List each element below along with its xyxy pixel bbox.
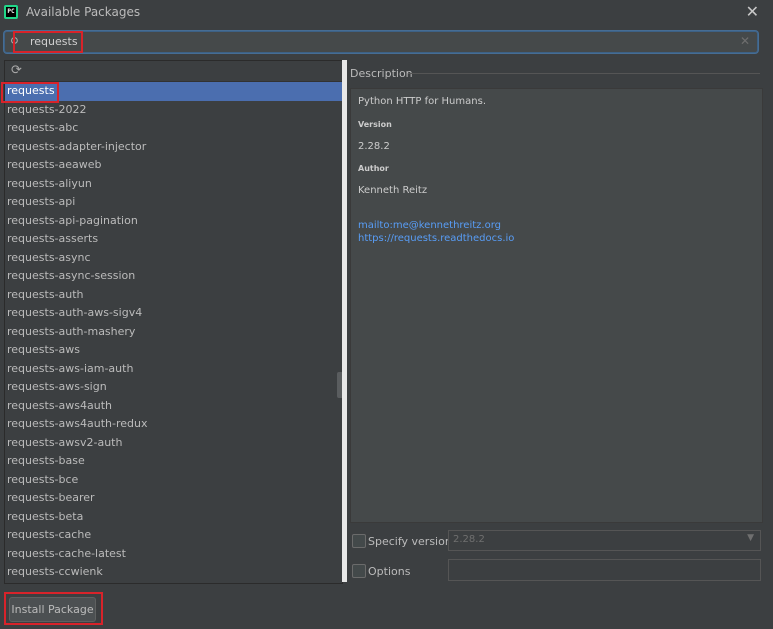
clear-search-icon[interactable]: ✕ — [740, 34, 750, 48]
author-label: Author — [358, 164, 389, 173]
package-list-item[interactable]: requests-base — [5, 452, 342, 471]
version-dropdown[interactable]: 2.28.2 ▼ — [448, 530, 761, 551]
window-title: Available Packages — [26, 5, 141, 19]
panel-divider[interactable] — [342, 60, 347, 582]
author-value: Kenneth Reitz — [358, 185, 428, 196]
search-input[interactable]: ⚲ requests ✕ — [4, 31, 758, 53]
author-email-link[interactable]: mailto:me@kennethreitz.org — [358, 220, 501, 231]
docs-link[interactable]: https://requests.readthedocs.io — [358, 233, 514, 244]
package-list-item[interactable]: requests-async-session — [5, 267, 342, 286]
title-bar: PC Available Packages ✕ — [0, 0, 773, 26]
install-package-button[interactable]: Install Package — [9, 597, 96, 622]
package-list-item[interactable]: requests-aliyun — [5, 175, 342, 194]
options-label: Options — [368, 565, 411, 578]
search-query[interactable]: requests — [30, 35, 78, 48]
chevron-down-icon: ▼ — [747, 533, 754, 543]
version-label: Version — [358, 120, 392, 129]
package-list-item[interactable]: requests-cache-latest — [5, 545, 342, 564]
package-list-item[interactable]: requests-abc — [5, 119, 342, 138]
specify-version-label: Specify version — [368, 535, 452, 548]
pycharm-logo-icon: PC — [4, 5, 18, 19]
package-list-panel: ⟳ requests requests-2022 requests-abc reque… — [4, 60, 343, 584]
description-panel: Python HTTP for Humans. Version 2.28.2 A… — [350, 88, 763, 523]
package-list-item[interactable]: requests-bce — [5, 471, 342, 490]
package-list: requests requests-2022 requests-abc request… — [5, 82, 342, 582]
package-list-item[interactable]: requests-aws — [5, 341, 342, 360]
package-list-item[interactable]: requests-2022 — [5, 101, 342, 120]
specify-version-checkbox[interactable] — [352, 534, 366, 548]
version-dropdown-value: 2.28.2 — [453, 534, 485, 545]
package-list-item[interactable]: requests-auth — [5, 286, 342, 305]
package-list-toolbar: ⟳ — [5, 61, 342, 82]
package-list-item[interactable]: requests-aws4auth — [5, 397, 342, 416]
options-field[interactable] — [448, 559, 761, 581]
package-list-item[interactable]: requests-beta — [5, 508, 342, 527]
package-list-item[interactable]: requests-asserts — [5, 230, 342, 249]
package-list-item[interactable]: requests-aws-sign — [5, 378, 342, 397]
package-list-item[interactable]: requests-aws-iam-auth — [5, 360, 342, 379]
package-list-item[interactable]: requests-awsv2-auth — [5, 434, 342, 453]
package-list-item[interactable]: requests-api-pagination — [5, 212, 342, 231]
package-list-item[interactable]: requests-aws4auth-redux — [5, 415, 342, 434]
package-list-item[interactable]: requests-aeaweb — [5, 156, 342, 175]
package-summary: Python HTTP for Humans. — [358, 96, 486, 107]
description-header-line — [408, 73, 760, 74]
package-list-item[interactable]: requests-auth-mashery — [5, 323, 342, 342]
package-list-item[interactable]: requests-cache — [5, 526, 342, 545]
package-list-item[interactable]: requests-ccwienk — [5, 563, 342, 582]
package-list-item[interactable]: requests — [5, 82, 342, 101]
close-icon[interactable]: ✕ — [746, 2, 759, 21]
package-list-item[interactable]: requests-bearer — [5, 489, 342, 508]
description-header: Description — [350, 67, 413, 80]
refresh-icon[interactable]: ⟳ — [11, 63, 22, 78]
options-checkbox[interactable] — [352, 564, 366, 578]
package-list-item[interactable]: requests-adapter-injector — [5, 138, 342, 157]
package-list-item[interactable]: requests-async — [5, 249, 342, 268]
package-list-item[interactable]: requests-api — [5, 193, 342, 212]
search-icon: ⚲ — [10, 35, 19, 49]
version-value: 2.28.2 — [358, 141, 390, 152]
package-list-item[interactable]: requests-auth-aws-sigv4 — [5, 304, 342, 323]
